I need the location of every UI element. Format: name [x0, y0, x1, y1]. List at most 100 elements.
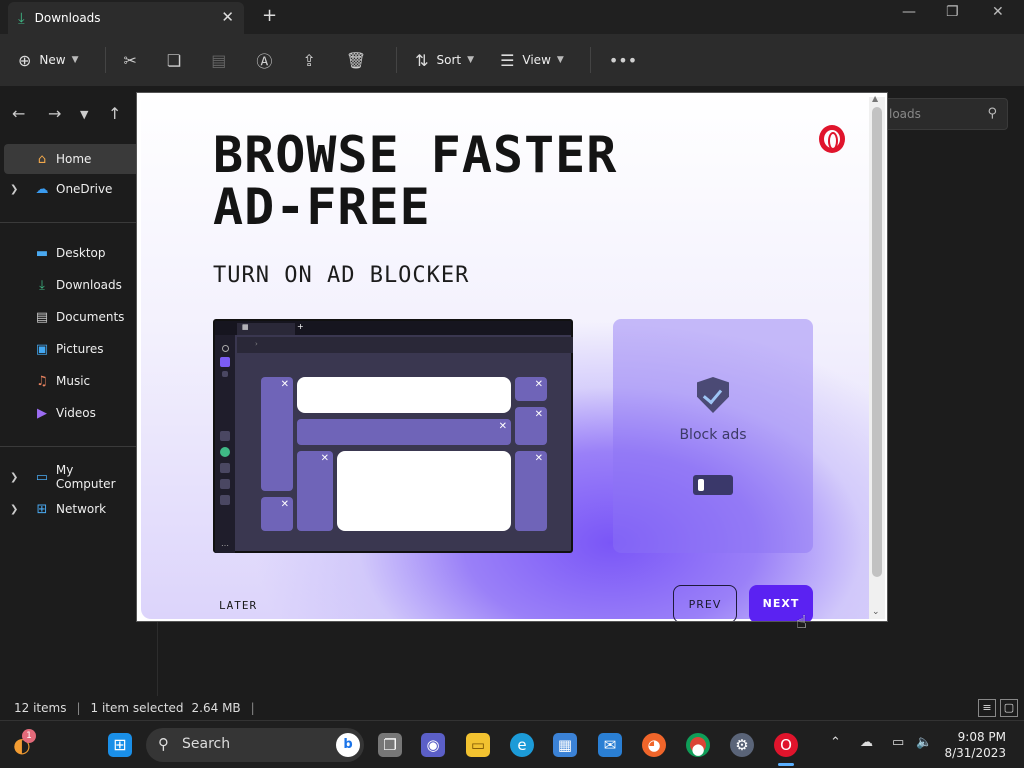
edge-icon[interactable]: e — [510, 733, 534, 757]
firefox-icon[interactable]: ◕ — [642, 733, 666, 757]
prev-button[interactable]: PREV — [673, 585, 737, 621]
mail-icon[interactable]: ✉ — [598, 733, 622, 757]
network-icon[interactable]: ▭ — [892, 735, 904, 750]
task-view-icon[interactable]: ❐ — [378, 733, 402, 757]
forward-icon[interactable]: → — [48, 104, 61, 123]
up-icon[interactable]: ↑ — [108, 104, 121, 123]
sidebar-item-videos[interactable]: ▶ Videos — [0, 398, 136, 428]
block-ads-toggle[interactable] — [693, 475, 733, 495]
sidebar-item-home[interactable]: ⌂ Home — [4, 144, 140, 174]
toolbar-divider — [104, 47, 106, 73]
illustration-opera-icon — [222, 345, 229, 352]
paste-icon[interactable]: ▤ — [211, 51, 226, 70]
status-bar: 12 items | 1 item selected 2.64 MB | ≡ ▢ — [0, 696, 1024, 720]
back-icon[interactable]: ← — [12, 104, 25, 123]
taskbar-search[interactable]: ⚲ Search b — [146, 728, 364, 762]
sidebar-item-label: Downloads — [56, 278, 122, 292]
sidebar-item-label: Pictures — [56, 342, 104, 356]
selection-count: 1 item selected — [90, 701, 184, 715]
view-toggle: ≡ ▢ — [978, 699, 1018, 717]
tab-downloads[interactable]: ⤓ Downloads ✕ — [8, 2, 244, 34]
store-icon[interactable]: ▦ — [553, 733, 577, 757]
delete-icon[interactable]: 🗑 — [346, 51, 366, 70]
opera-icon[interactable]: O — [774, 733, 798, 757]
sidebar-item-label: Videos — [56, 406, 96, 420]
ad-tile: ✕ — [297, 451, 333, 531]
headline-line-2: AD-FREE — [213, 178, 431, 236]
hand-cursor-icon: ☝ — [796, 612, 807, 633]
minimize-icon[interactable]: — — [902, 4, 916, 20]
onedrive-warning-icon[interactable]: ☁ — [860, 735, 873, 750]
ad-tile: ✕ — [261, 497, 293, 531]
close-ad-icon: ✕ — [498, 421, 507, 432]
video-icon: ▶ — [37, 405, 47, 421]
copy-icon[interactable]: ❏ — [167, 51, 181, 70]
sort-label: Sort — [436, 53, 462, 67]
illustration-plus-icon: + — [297, 322, 304, 331]
illustration-more-icon: … — [221, 539, 229, 548]
view-button[interactable]: ☰ View ▼ — [500, 51, 564, 70]
toolbar-divider — [589, 47, 591, 73]
later-button[interactable]: LATER — [219, 599, 257, 612]
new-label: New — [39, 53, 66, 67]
rename-icon[interactable]: Ⓐ — [256, 48, 272, 72]
sidebar-item-downloads[interactable]: ⤓ Downloads — [0, 270, 136, 300]
dialog-scrollbar[interactable]: ▲ ⌄ — [869, 94, 885, 619]
scrollbar-thumb[interactable] — [872, 107, 882, 577]
sidebar-item-music[interactable]: ♫ Music — [0, 366, 136, 396]
sidebar-item-desktop[interactable]: ▬ Desktop — [0, 238, 136, 268]
sidebar-item-documents[interactable]: ▤ Documents — [0, 302, 136, 332]
item-count: 12 items — [14, 701, 67, 715]
ad-tile: ✕ — [515, 377, 547, 401]
settings-icon[interactable]: ⚙ — [730, 733, 754, 757]
show-hidden-icons-icon[interactable]: ⌃ — [830, 735, 841, 750]
toolbar-divider — [396, 47, 398, 73]
sidebar-item-network[interactable]: ⊞ Network — [0, 494, 136, 524]
share-icon[interactable]: ⇪ — [302, 51, 315, 70]
search-icon: ⚲ — [987, 106, 997, 121]
sidebar-item-label: Music — [56, 374, 91, 388]
close-ad-icon: ✕ — [280, 379, 289, 390]
sidebar-item-pictures[interactable]: ▣ Pictures — [0, 334, 136, 364]
bing-icon: b — [336, 733, 360, 757]
status-separator: | — [250, 701, 255, 715]
cut-icon[interactable]: ✂ — [124, 51, 137, 70]
file-explorer-icon[interactable]: ▭ — [466, 733, 490, 757]
more-options-icon[interactable]: ••• — [609, 51, 637, 70]
tiles-view-icon[interactable]: ▢ — [1000, 699, 1018, 717]
scroll-up-icon[interactable]: ▲ — [872, 94, 878, 103]
notification-badge: 1 — [22, 729, 36, 743]
sidebar-item-onedrive[interactable]: ☁ OneDrive — [0, 174, 136, 204]
illustration-active-icon — [220, 357, 230, 367]
block-ads-label: Block ads — [679, 427, 747, 443]
illustration-app-icon — [220, 463, 230, 473]
sort-button[interactable]: ⇅ Sort ▼ — [415, 51, 474, 70]
teams-chat-icon[interactable]: ◉ — [421, 733, 445, 757]
document-icon: ▤ — [35, 309, 49, 325]
sidebar-item-my-computer[interactable]: ▭ My Computer — [0, 462, 136, 492]
title-bar: ⤓ Downloads ✕ + — ❐ ✕ — [0, 0, 1024, 34]
recent-chevron-icon[interactable]: ▼ — [80, 108, 88, 121]
opera-onboarding-dialog: BROWSE FASTER AD-FREE TURN ON AD BLOCKER… — [136, 92, 888, 622]
clock-time: 9:08 PM — [957, 730, 1006, 744]
chrome-icon[interactable]: ● — [686, 733, 710, 758]
block-ads-card: Block ads — [613, 319, 813, 553]
start-icon[interactable]: ⊞ — [108, 733, 132, 757]
subheadline: TURN ON AD BLOCKER — [213, 263, 470, 288]
new-tab-icon[interactable]: + — [262, 5, 277, 26]
close-tab-icon[interactable]: ✕ — [221, 8, 234, 26]
clock-date: 8/31/2023 — [944, 746, 1006, 760]
volume-icon[interactable]: 🔈 — [916, 735, 932, 750]
headline-line-1: BROWSE FASTER — [213, 126, 618, 184]
illustration-app-icon — [220, 495, 230, 505]
maximize-icon[interactable]: ❐ — [946, 4, 959, 20]
details-view-icon[interactable]: ≡ — [978, 699, 996, 717]
close-window-icon[interactable]: ✕ — [992, 4, 1004, 20]
sidebar-item-label: Network — [56, 502, 107, 516]
scroll-down-icon[interactable]: ⌄ — [872, 607, 880, 617]
sidebar-divider — [0, 446, 136, 447]
new-button[interactable]: ⊕ New ▼ — [18, 51, 79, 70]
clock[interactable]: 9:08 PM 8/31/2023 — [944, 729, 1006, 761]
chevron-down-icon: ▼ — [71, 55, 79, 65]
search-input[interactable]: loads ⚲ — [878, 98, 1008, 130]
